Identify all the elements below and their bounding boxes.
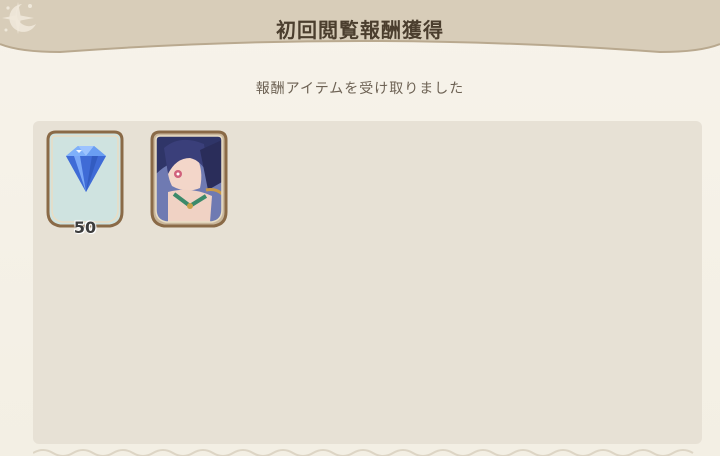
character-portrait [156, 136, 222, 222]
reward-quantity: 50 [73, 218, 97, 237]
title-banner: 初回閲覧報酬獲得 [0, 0, 720, 56]
reward-items-panel [33, 121, 702, 444]
reward-item-character[interactable] [150, 130, 228, 230]
panel-border-decoration [33, 444, 702, 456]
reward-dialog: 初回閲覧報酬獲得 報酬アイテムを受け取りました 50 [0, 0, 720, 456]
reward-item-gem[interactable]: 50 [46, 130, 124, 237]
dialog-title: 初回閲覧報酬獲得 [276, 18, 444, 42]
reward-message: 報酬アイテムを受け取りました [255, 81, 465, 97]
